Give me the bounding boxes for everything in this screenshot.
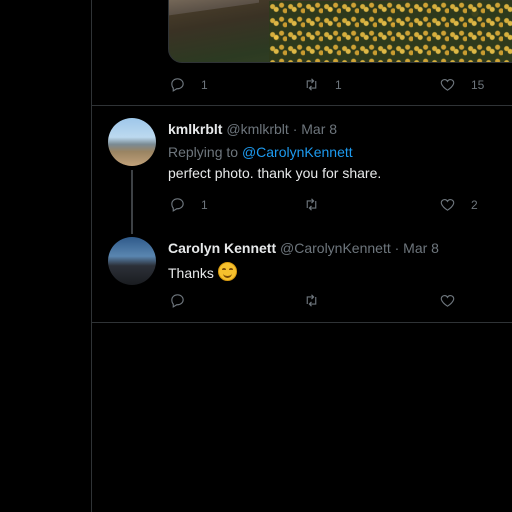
tweet-separator — [92, 322, 512, 323]
tweet-separator — [92, 105, 512, 106]
tweet-text: Thanks — [168, 262, 237, 281]
tweet-text-content: Thanks — [168, 265, 214, 281]
avatar[interactable] — [108, 118, 156, 166]
retweet-icon — [306, 198, 317, 211]
reply-button[interactable]: 1 — [169, 196, 208, 213]
handle[interactable]: @kmlkrblt — [226, 121, 288, 137]
retweet-icon — [306, 78, 317, 91]
heart-icon — [440, 294, 455, 307]
like-count: 15 — [471, 77, 485, 92]
photo-gorse — [269, 1, 512, 62]
retweet-icon — [306, 294, 317, 307]
retweet-button[interactable]: 1 — [303, 76, 342, 93]
like-button[interactable] — [439, 292, 456, 309]
replying-to: Replying to @CarolynKennett — [168, 144, 353, 160]
tweet-text: perfect photo. thank you for share. — [168, 165, 382, 181]
reply-header: kmlkrblt @kmlkrblt · Mar 8 — [168, 121, 337, 137]
replying-prefix: Replying to — [168, 144, 239, 160]
heart-icon — [440, 198, 455, 211]
avatar[interactable] — [108, 237, 156, 285]
timestamp[interactable]: · Mar 8 — [395, 240, 439, 256]
display-name[interactable]: Carolyn Kennett — [168, 240, 276, 256]
column-divider — [91, 0, 92, 512]
handle[interactable]: @CarolynKennett — [280, 240, 391, 256]
heart-icon — [440, 78, 455, 91]
reply-count: 1 — [201, 197, 208, 212]
reply-icon — [171, 294, 184, 308]
reply-button[interactable]: 1 — [169, 76, 208, 93]
thread-line — [131, 170, 133, 234]
tweet-photo[interactable] — [168, 0, 512, 63]
retweet-button[interactable] — [303, 292, 320, 309]
smiling-face-emoji-icon — [217, 262, 237, 281]
retweet-button[interactable] — [303, 196, 335, 213]
like-button[interactable]: 2 — [439, 196, 478, 213]
photo-shoreline — [169, 0, 259, 16]
reply-count: 1 — [201, 77, 208, 92]
like-button[interactable]: 15 — [439, 76, 484, 93]
retweet-count: 1 — [335, 77, 342, 92]
reply-header: Carolyn Kennett @CarolynKennett · Mar 8 — [168, 240, 439, 256]
reply-button[interactable] — [169, 292, 186, 309]
reply-icon — [171, 78, 184, 92]
like-count: 2 — [471, 197, 478, 212]
display-name[interactable]: kmlkrblt — [168, 121, 222, 137]
mention-link[interactable]: @CarolynKennett — [242, 144, 353, 160]
reply-icon — [171, 198, 184, 212]
timestamp[interactable]: · Mar 8 — [293, 121, 337, 137]
